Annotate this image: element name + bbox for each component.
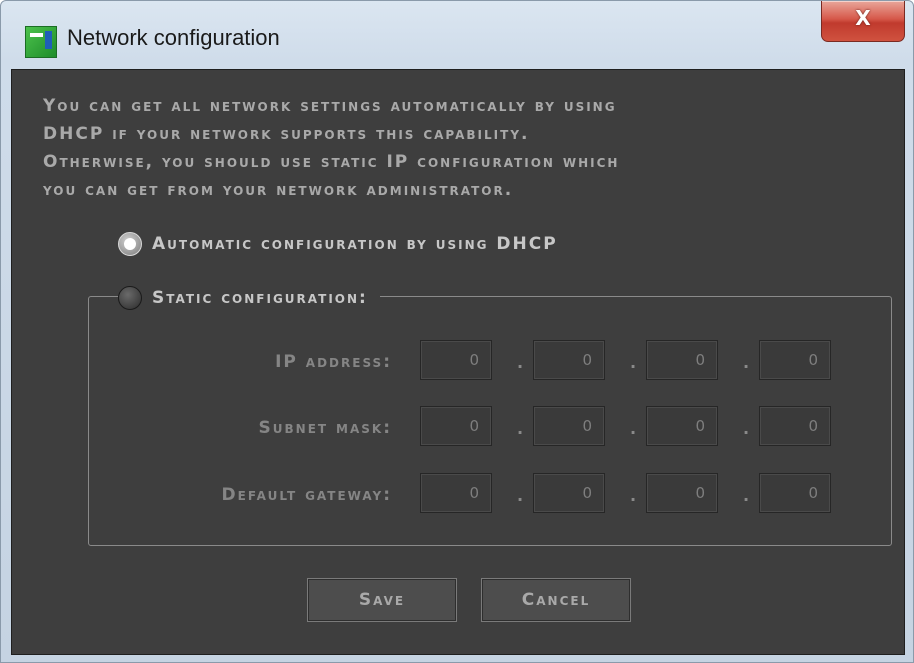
subnet-mask-octet-4[interactable]: 0 (759, 406, 831, 446)
ip-address-octet-2[interactable]: 0 (533, 340, 605, 380)
ip-separator: . (630, 353, 637, 372)
gateway-octet-1[interactable]: 0 (420, 473, 492, 513)
subnet-mask-octet-3[interactable]: 0 (646, 406, 718, 446)
description-line: You can get all network settings automat… (43, 96, 617, 116)
save-button[interactable]: Save (307, 578, 457, 622)
subnet-separator: . (743, 419, 750, 438)
subnet-separator: . (630, 419, 637, 438)
dhcp-radio[interactable] (118, 232, 142, 256)
gateway-octet-3[interactable]: 0 (646, 473, 718, 513)
static-option[interactable]: Static configuration: (118, 286, 380, 310)
dialog-body: You can get all network settings automat… (11, 69, 905, 655)
ip-separator: . (517, 353, 524, 372)
window-title: Network configuration (67, 25, 280, 50)
ip-address-octet-4[interactable]: 0 (759, 340, 831, 380)
title-bar: Network configuration X (1, 1, 913, 61)
cancel-button[interactable]: Cancel (481, 578, 631, 622)
static-radio[interactable] (118, 286, 142, 310)
dhcp-option-label[interactable]: Automatic configuration by using DHCP (152, 234, 558, 254)
subnet-separator: . (517, 419, 524, 438)
gateway-separator: . (743, 486, 750, 505)
description-line: Otherwise, you should use static IP conf… (43, 152, 620, 172)
dhcp-option[interactable]: Automatic configuration by using DHCP (118, 232, 558, 256)
subnet-mask-octet-2[interactable]: 0 (533, 406, 605, 446)
static-option-label[interactable]: Static configuration: (152, 288, 368, 308)
default-gateway-label: Default gateway: (221, 485, 392, 505)
ip-separator: . (743, 353, 750, 372)
app-icon (25, 26, 57, 58)
description-line: you can get from your network administra… (43, 180, 514, 200)
gateway-separator: . (517, 486, 524, 505)
ip-address-octet-1[interactable]: 0 (420, 340, 492, 380)
close-icon: X (855, 6, 871, 30)
gateway-separator: . (630, 486, 637, 505)
gateway-octet-2[interactable]: 0 (533, 473, 605, 513)
gateway-octet-4[interactable]: 0 (759, 473, 831, 513)
subnet-mask-octet-1[interactable]: 0 (420, 406, 492, 446)
subnet-mask-label: Subnet mask: (258, 418, 392, 438)
ip-address-label: IP address: (275, 352, 392, 372)
description-text: You can get all network settings automat… (43, 92, 903, 204)
close-button[interactable]: X (821, 1, 905, 42)
network-config-window: Network configuration X You can get all … (0, 0, 914, 663)
ip-address-octet-3[interactable]: 0 (646, 340, 718, 380)
description-line: DHCP if your network supports this capab… (43, 124, 530, 144)
